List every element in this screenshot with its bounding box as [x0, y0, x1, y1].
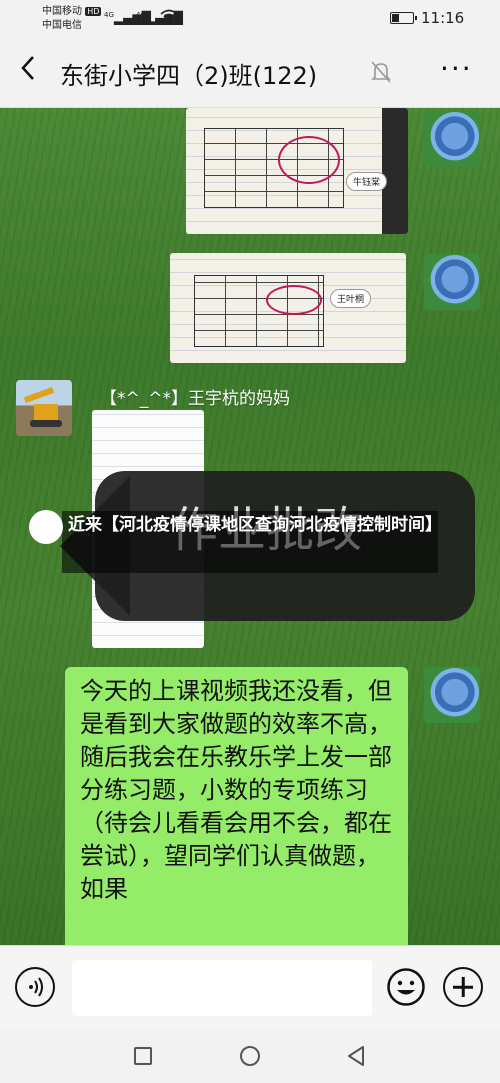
more-dots-icon[interactable]: ···: [440, 52, 473, 85]
circle-icon[interactable]: [240, 1046, 260, 1066]
image-message[interactable]: 王叶桐: [170, 253, 406, 363]
square-icon[interactable]: [134, 1047, 152, 1065]
avatar[interactable]: [424, 111, 480, 167]
avatar[interactable]: [424, 667, 480, 723]
hd-badge: HD: [85, 7, 102, 16]
emoji-icon[interactable]: [386, 967, 426, 1007]
avatar[interactable]: [16, 380, 72, 436]
chevron-left-icon[interactable]: [18, 53, 38, 92]
chat-title: 东街小学四（2)班(122): [60, 62, 318, 90]
carrier-1: 中国移动 HD: [42, 6, 102, 17]
avatar[interactable]: [424, 254, 480, 310]
headline[interactable]: 近来【河北疫情停课地区查询河北疫情控制时间】: [68, 512, 442, 539]
circle-dot-icon: [29, 510, 63, 544]
image-sticker-label: 牛钰棠: [346, 172, 388, 191]
triangle-back-icon[interactable]: [346, 1045, 366, 1067]
input-bar: [0, 945, 500, 1030]
plus-icon[interactable]: [443, 967, 483, 1007]
image-sticker-label: 王叶桐: [330, 289, 372, 308]
chat-header: 东街小学四（2)班(122) ···: [0, 38, 500, 108]
carrier-2: 中国电信: [42, 20, 82, 31]
image-message[interactable]: 牛钰棠: [186, 108, 408, 234]
battery-icon: [390, 12, 417, 24]
bell-off-icon: [370, 60, 392, 84]
status-bar: 中国移动 HD 中国电信 4G▂▄▆█ 4G▂▄▆█ 11:16: [0, 0, 500, 38]
text-message-bubble[interactable]: 今天的上课视频我还没看，但是看到大家做题的效率不高，随后我会在乐教乐学上发一部分…: [65, 667, 408, 945]
message-input[interactable]: [72, 960, 372, 1016]
voice-icon[interactable]: [15, 967, 55, 1007]
clock: 11:16: [421, 9, 465, 27]
wifi-icon: [160, 9, 178, 27]
system-nav-bar: [0, 1030, 500, 1083]
sender-name: 【*^_^*】王宇杭的妈妈: [100, 389, 290, 409]
